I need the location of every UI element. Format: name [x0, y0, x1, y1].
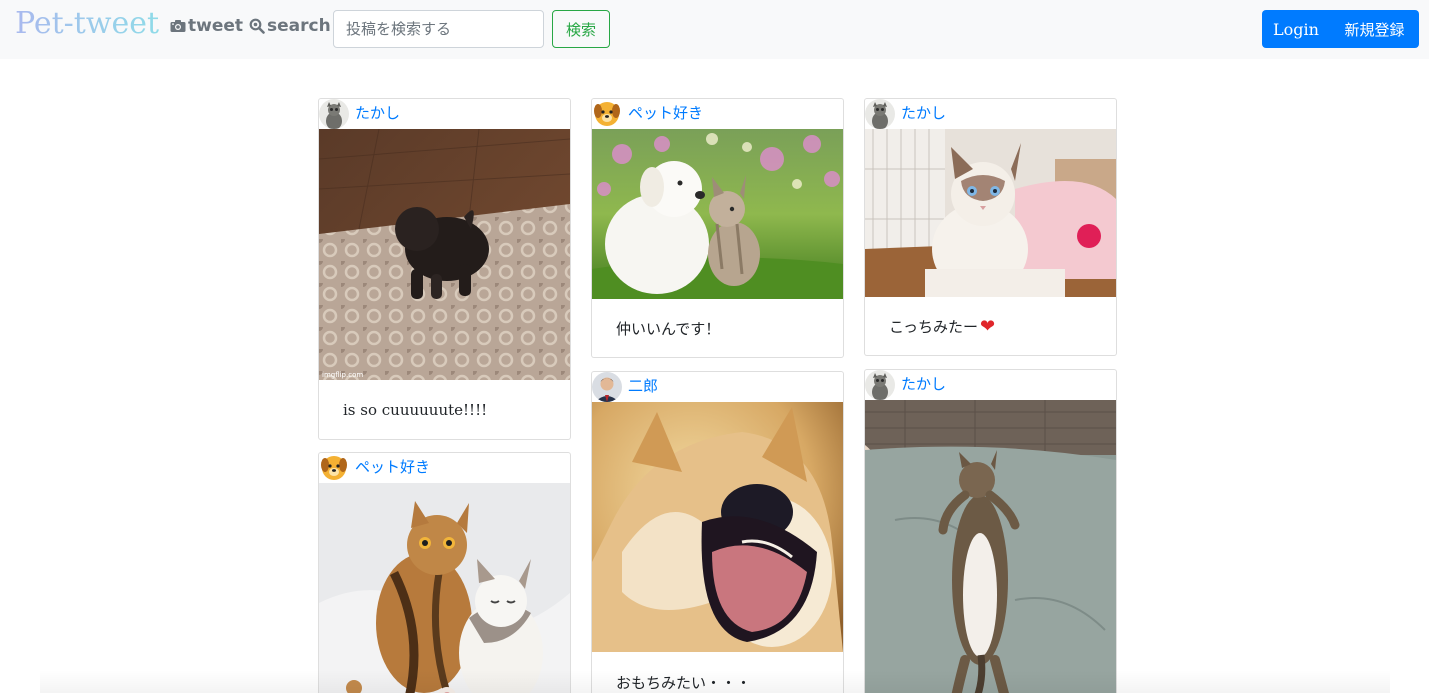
post-header: 二郎 [592, 372, 843, 402]
post-header: たかし [865, 370, 1116, 400]
post-username[interactable]: たかし [901, 102, 946, 123]
post-photo-cat-lying[interactable] [865, 400, 1116, 693]
post-header: ペット好き [592, 99, 843, 129]
post-card[interactable]: ペット好き 仲いいんです！ [591, 98, 844, 358]
post-caption: is so cuuuuuute!!!! [343, 401, 488, 419]
nav-search-label: search [267, 16, 331, 36]
post-username[interactable]: たかし [355, 102, 400, 123]
post-header: たかし [865, 99, 1116, 129]
post-header: ペット好き [319, 453, 570, 483]
camera-icon [170, 19, 186, 33]
post-card[interactable]: 二郎 おもちみたい・・・ [591, 371, 844, 693]
post-photo-ragdoll-cat[interactable] [865, 129, 1116, 297]
post-caption-text: こっちみたー [889, 317, 978, 336]
brand-logo[interactable]: Pet-tweet [15, 6, 159, 41]
post-header: たかし [319, 99, 570, 129]
post-caption: おもちみたい・・・ [616, 673, 752, 692]
post-photo-black-puppy[interactable]: imgflip.com [319, 129, 570, 380]
nav-search-link[interactable]: search [249, 16, 331, 36]
post-photo-puppy-kitten[interactable] [592, 129, 843, 299]
avatar[interactable] [592, 99, 622, 129]
nav-tweet-link[interactable]: tweet [170, 16, 243, 36]
post-card[interactable]: たかし [864, 369, 1117, 693]
post-card[interactable]: ペット好き [318, 452, 571, 693]
avatar[interactable] [865, 99, 895, 129]
search-button[interactable]: 検索 [552, 10, 610, 48]
search-input[interactable] [333, 10, 544, 48]
post-username[interactable]: ペット好き [355, 456, 430, 477]
heart-icon: ❤ [979, 315, 996, 337]
avatar[interactable] [319, 453, 349, 483]
post-photo-shiba-yawn[interactable] [592, 402, 843, 652]
login-button[interactable]: Login [1262, 10, 1330, 48]
post-card[interactable]: たかし こっちみたー ❤ [864, 98, 1117, 356]
post-username[interactable]: 二郎 [628, 375, 658, 396]
navbar: Pet-tweet tweet search 検索 Login 新規登録 [0, 0, 1429, 59]
post-username[interactable]: ペット好き [628, 102, 703, 123]
avatar[interactable] [865, 370, 895, 400]
post-username[interactable]: たかし [901, 373, 946, 394]
post-caption: 仲いいんです！ [616, 319, 721, 338]
avatar[interactable] [592, 372, 622, 402]
photo-watermark: imgflip.com [322, 371, 363, 379]
post-caption: こっちみたー ❤ [865, 297, 1116, 355]
avatar[interactable] [319, 99, 349, 129]
post-photo-kittens[interactable] [319, 483, 570, 693]
magnifier-icon [249, 18, 265, 34]
post-card[interactable]: たかし imgflip.com is so cuuuuuute!!!! [318, 98, 571, 440]
signup-button[interactable]: 新規登録 [1330, 10, 1419, 48]
auth-button-group: Login 新規登録 [1262, 10, 1419, 48]
nav-tweet-label: tweet [188, 16, 244, 36]
